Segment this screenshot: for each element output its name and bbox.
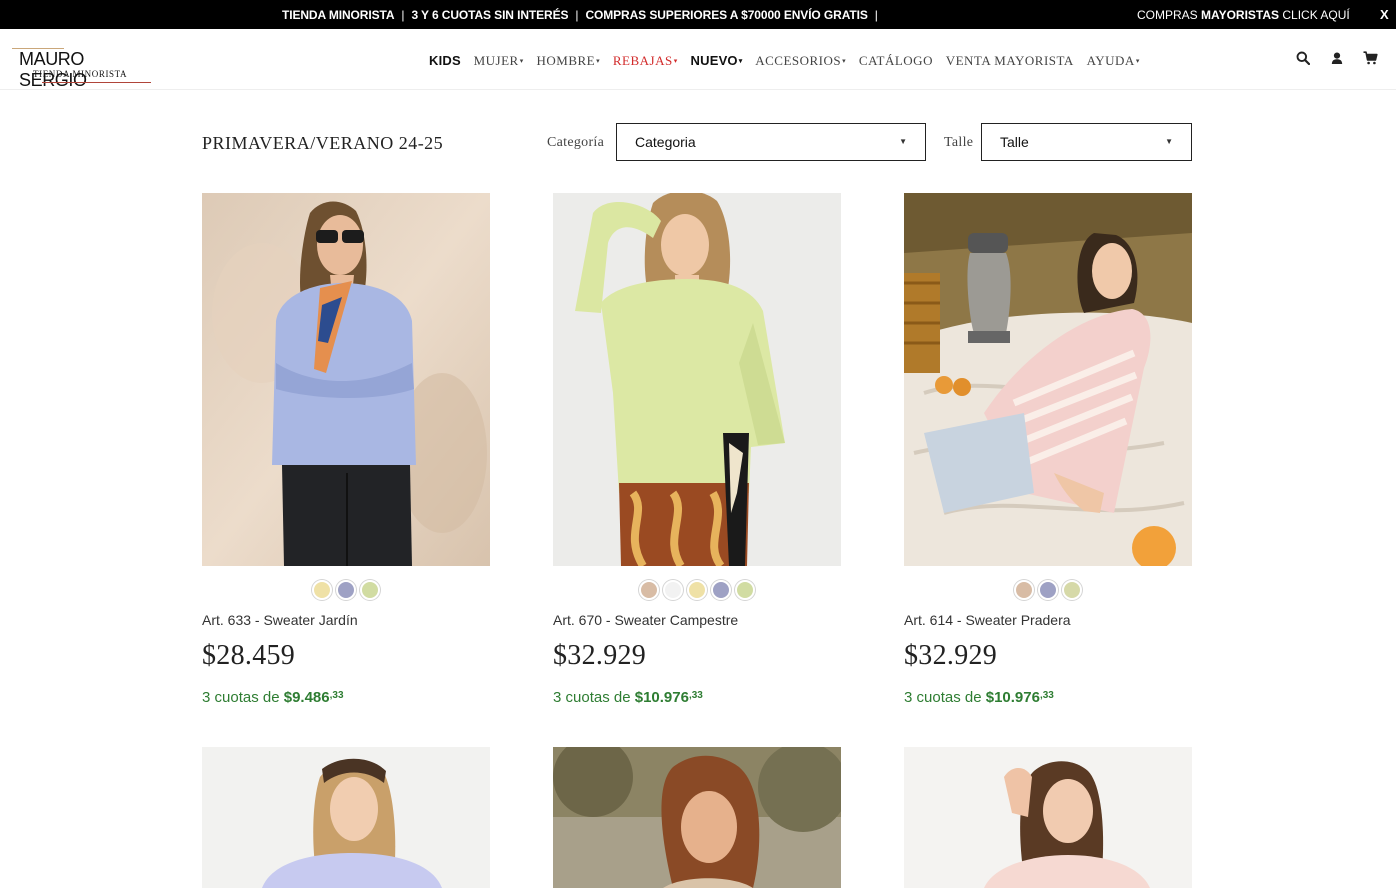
color-swatch[interactable]	[639, 580, 659, 600]
promo-retail: TIENDA MINORISTA	[282, 8, 395, 22]
category-select[interactable]: Categoria ▼	[616, 123, 926, 161]
promo-messages: TIENDA MINORISTA | 3 Y 6 CUOTAS SIN INTERÉ…	[282, 8, 885, 22]
nav-item-label: CATÁLOGO	[858, 53, 933, 68]
product-card[interactable]: Art. 670 - Sweater Campestre $32.929 3 c…	[553, 193, 841, 713]
color-swatch[interactable]	[336, 580, 356, 600]
wholesale-bold: MAYORISTAS	[1201, 8, 1280, 22]
installments-info: 3 cuotas de $10.976,33	[553, 689, 703, 706]
nav-item-kids[interactable]: KIDS	[429, 53, 461, 68]
color-swatches	[553, 580, 841, 600]
chevron-down-icon: ▼	[1165, 137, 1173, 146]
product-price: $28.459	[202, 640, 296, 671]
category-filter-label: Categoría	[547, 135, 605, 150]
nav-item-label: VENTA MAYORISTA	[945, 53, 1074, 68]
installment-amount: $9.486	[283, 689, 330, 706]
nav-item-label: NUEVO	[690, 53, 738, 68]
installments-info: 3 cuotas de $10.976,33	[904, 689, 1054, 706]
product-card[interactable]: Art. 614 - Sweater Pradera $32.929 3 cuo…	[904, 193, 1192, 713]
color-swatches	[904, 580, 1192, 600]
color-swatches	[202, 580, 490, 600]
installment-amount: $10.976	[634, 689, 689, 706]
nav-item-catalogo[interactable]: CATÁLOGO	[859, 53, 933, 69]
product-card[interactable]	[553, 747, 841, 888]
size-select-value: Talle	[1000, 134, 1029, 150]
color-swatch[interactable]	[1014, 580, 1034, 600]
product-image[interactable]	[202, 193, 490, 566]
installment-cents: ,33	[1039, 690, 1054, 701]
installments-prefix: 3 cuotas de	[904, 689, 986, 706]
brand-logo[interactable]: MAURO SERGIO TIENDA MINORISTA	[12, 45, 152, 90]
installments-prefix: 3 cuotas de	[202, 689, 284, 706]
promo-separator: |	[874, 8, 878, 22]
nav-item-label: REBAJAS	[612, 53, 673, 68]
color-swatch[interactable]	[711, 580, 731, 600]
cart-icon[interactable]	[1363, 51, 1379, 67]
promo-separator: |	[575, 8, 579, 22]
installments-info: 3 cuotas de $9.486,33	[202, 689, 344, 706]
chevron-down-icon: ▾	[738, 58, 743, 65]
nav-item-mujer[interactable]: MUJER▾	[474, 53, 524, 69]
product-image[interactable]	[202, 747, 490, 888]
size-select[interactable]: Talle ▼	[981, 123, 1192, 161]
chevron-down-icon: ▾	[596, 57, 601, 65]
chevron-down-icon: ▾	[519, 57, 524, 65]
nav-item-label: KIDS	[429, 53, 461, 68]
user-icon[interactable]	[1330, 51, 1346, 67]
nav-item-label: ACCESORIOS	[755, 53, 842, 68]
nav-item-accesorios[interactable]: ACCESORIOS▾	[755, 53, 846, 69]
installments-prefix: 3 cuotas de	[553, 689, 635, 706]
product-image[interactable]	[904, 193, 1192, 566]
promo-free-shipping: COMPRAS SUPERIORES A $70000 ENVÍO GRATIS	[585, 8, 868, 22]
product-card[interactable]: Art. 633 - Sweater Jardín $28.459 3 cuot…	[202, 193, 490, 713]
category-select-value: Categoria	[635, 134, 696, 150]
product-price: $32.929	[553, 640, 647, 671]
size-filter-label: Talle	[944, 135, 974, 150]
nav-item-label: HOMBRE	[536, 53, 596, 68]
wholesale-prefix: COMPRAS	[1137, 8, 1202, 22]
brand-tagline: TIENDA MINORISTA	[33, 69, 128, 79]
announcement-bar: TIENDA MINORISTA | 3 Y 6 CUOTAS SIN INTERÉ…	[0, 0, 1396, 29]
promo-separator: |	[401, 8, 405, 22]
chevron-down-icon: ▾	[1135, 57, 1140, 65]
nav-item-nuevo[interactable]: NUEVO▾	[691, 53, 743, 68]
logo-rule-bottom	[42, 82, 151, 83]
color-swatch[interactable]	[312, 580, 332, 600]
color-swatch[interactable]	[1038, 580, 1058, 600]
product-image[interactable]	[553, 193, 841, 566]
product-name[interactable]: Art. 614 - Sweater Pradera	[904, 612, 1071, 628]
nav-item-ayuda[interactable]: AYUDA▾	[1087, 53, 1140, 69]
color-swatch[interactable]	[1062, 580, 1082, 600]
nav-item-rebajas[interactable]: REBAJAS▾	[613, 53, 678, 69]
promo-installments: 3 Y 6 CUOTAS SIN INTERÉS	[411, 8, 569, 22]
color-swatch[interactable]	[735, 580, 755, 600]
product-name[interactable]: Art. 633 - Sweater Jardín	[202, 612, 358, 628]
nav-item-label: MUJER	[473, 53, 519, 68]
nav-item-hombre[interactable]: HOMBRE▾	[537, 53, 601, 69]
product-name[interactable]: Art. 670 - Sweater Campestre	[553, 612, 738, 628]
wholesale-suffix: CLICK AQUÍ	[1279, 8, 1350, 22]
color-swatch[interactable]	[360, 580, 380, 600]
nav-item-venta-mayorista[interactable]: VENTA MAYORISTA	[946, 53, 1074, 69]
chevron-down-icon: ▾	[673, 57, 678, 65]
installment-cents: ,33	[329, 690, 344, 701]
chevron-down-icon: ▾	[842, 57, 847, 65]
product-image[interactable]	[904, 747, 1192, 888]
product-card[interactable]	[202, 747, 490, 888]
installment-cents: ,33	[688, 690, 703, 701]
close-announcement-button[interactable]: X	[1380, 7, 1389, 22]
search-icon[interactable]	[1296, 51, 1312, 67]
wholesale-link[interactable]: COMPRAS MAYORISTAS CLICK AQUÍ	[1137, 8, 1350, 22]
product-card[interactable]	[904, 747, 1192, 888]
product-price: $32.929	[904, 640, 998, 671]
site-header: MAURO SERGIO TIENDA MINORISTA KIDS MUJER…	[0, 29, 1396, 90]
product-image[interactable]	[553, 747, 841, 888]
chevron-down-icon: ▼	[899, 137, 907, 146]
page-title: PRIMAVERA/VERANO 24-25	[202, 133, 444, 153]
nav-item-label: AYUDA	[1086, 53, 1135, 68]
installment-amount: $10.976	[985, 689, 1040, 706]
color-swatch[interactable]	[687, 580, 707, 600]
main-nav: KIDS MUJER▾ HOMBRE▾ REBAJAS▾ NUEVO▾ ACCE…	[429, 53, 1149, 69]
color-swatch[interactable]	[663, 580, 683, 600]
